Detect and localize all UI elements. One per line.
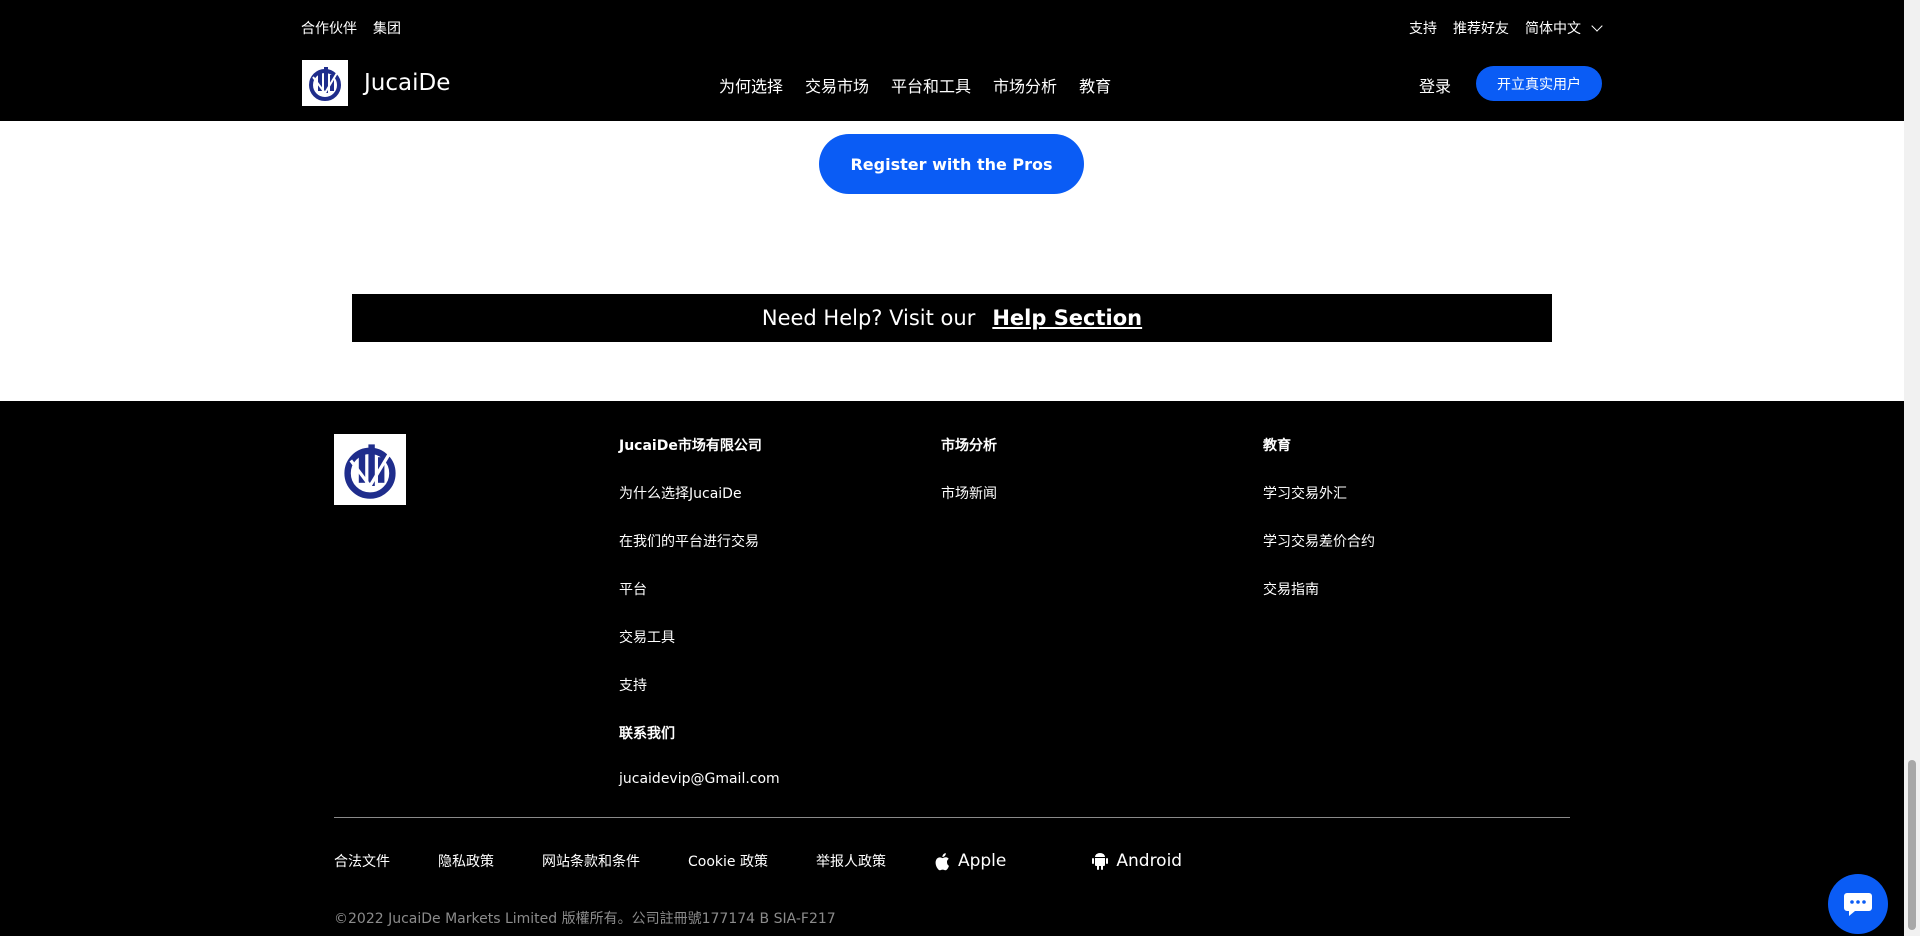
nav-education[interactable]: 教育 bbox=[1079, 73, 1111, 97]
footer-email-link[interactable]: jucaidevip@Gmail.com bbox=[619, 771, 780, 819]
site-footer: JucaiDe市场有限公司 为什么选择JucaiDe 在我们的平台进行交易 平台… bbox=[0, 401, 1904, 936]
brand-name: JucaiDe bbox=[364, 70, 451, 96]
android-app-link[interactable]: Android bbox=[1092, 851, 1230, 871]
footer-link-platform[interactable]: 平台 bbox=[619, 579, 780, 627]
apple-icon bbox=[935, 852, 949, 870]
logo-icon bbox=[302, 60, 348, 106]
partners-link[interactable]: 合作伙伴 bbox=[301, 18, 357, 38]
footer-divider bbox=[334, 817, 1570, 818]
group-link[interactable]: 集团 bbox=[373, 18, 401, 38]
help-banner: Need Help? Visit our Help Section bbox=[352, 294, 1552, 342]
nav-platforms-tools[interactable]: 平台和工具 bbox=[891, 73, 971, 97]
terms-link[interactable]: 网站条款和条件 bbox=[542, 851, 640, 871]
footer-contact-heading: 联系我们 bbox=[619, 726, 675, 742]
footer-link-guide[interactable]: 交易指南 bbox=[1263, 579, 1375, 627]
register-button[interactable]: Register with the Pros bbox=[819, 134, 1084, 194]
nav-why-choose[interactable]: 为何选择 bbox=[719, 73, 783, 97]
chevron-down-icon bbox=[1591, 20, 1603, 32]
footer-link-cfd[interactable]: 学习交易差价合约 bbox=[1263, 531, 1375, 579]
footer-education-heading: 教育 bbox=[1263, 438, 1291, 454]
site-header: 合作伙伴 集团 支持 推荐好友 简体中文 JucaiDe 为何选择 交易市场 平… bbox=[0, 0, 1904, 121]
chat-icon bbox=[1844, 893, 1872, 916]
footer-link-trade[interactable]: 在我们的平台进行交易 bbox=[619, 531, 780, 579]
footer-col-company: JucaiDe市场有限公司 为什么选择JucaiDe 在我们的平台进行交易 平台… bbox=[619, 435, 780, 819]
chat-button[interactable] bbox=[1828, 874, 1888, 934]
footer-col-education: 教育 学习交易外汇 学习交易差价合约 交易指南 bbox=[1263, 435, 1375, 627]
legal-links: 合法文件 隐私政策 网站条款和条件 Cookie 政策 举报人政策 Apple … bbox=[334, 851, 1268, 871]
nav-markets[interactable]: 交易市场 bbox=[805, 73, 869, 97]
apple-label: Apple bbox=[957, 851, 1007, 871]
page-scrollbar[interactable] bbox=[1904, 0, 1920, 936]
android-label: Android bbox=[1116, 851, 1183, 871]
help-prefix: Need Help? Visit our bbox=[761, 306, 976, 330]
footer-col-analysis: 市场分析 市场新闻 bbox=[941, 435, 997, 531]
cookie-link[interactable]: Cookie 政策 bbox=[688, 851, 768, 871]
footer-link-forex[interactable]: 学习交易外汇 bbox=[1263, 483, 1375, 531]
language-label: 简体中文 bbox=[1525, 21, 1581, 37]
top-left-links: 合作伙伴 集团 bbox=[301, 18, 401, 38]
brand[interactable]: JucaiDe bbox=[302, 60, 450, 106]
refer-friend-link[interactable]: 推荐好友 bbox=[1453, 18, 1509, 38]
footer-link-news[interactable]: 市场新闻 bbox=[941, 483, 997, 531]
footer-analysis-heading: 市场分析 bbox=[941, 438, 997, 454]
help-section-link[interactable]: Help Section bbox=[992, 306, 1142, 330]
open-account-button[interactable]: 开立真实用户 bbox=[1476, 66, 1602, 101]
whistleblower-link[interactable]: 举报人政策 bbox=[816, 851, 886, 871]
copyright-text: ©2022 JucaiDe Markets Limited 版權所有。公司註冊號… bbox=[334, 911, 836, 927]
apple-app-link[interactable]: Apple bbox=[934, 851, 1054, 871]
legal-docs-link[interactable]: 合法文件 bbox=[334, 851, 390, 871]
footer-link-support[interactable]: 支持 bbox=[619, 675, 780, 723]
nav-market-analysis[interactable]: 市场分析 bbox=[993, 73, 1057, 97]
support-link[interactable]: 支持 bbox=[1409, 18, 1437, 38]
footer-link-why[interactable]: 为什么选择JucaiDe bbox=[619, 483, 780, 531]
top-right-links: 支持 推荐好友 简体中文 bbox=[1409, 18, 1603, 38]
footer-company-heading: JucaiDe市场有限公司 bbox=[619, 438, 762, 454]
footer-link-tools[interactable]: 交易工具 bbox=[619, 627, 780, 675]
main-nav: 为何选择 交易市场 平台和工具 市场分析 教育 bbox=[719, 73, 1133, 97]
privacy-link[interactable]: 隐私政策 bbox=[438, 851, 494, 871]
login-link[interactable]: 登录 bbox=[1419, 73, 1451, 97]
footer-logo-icon[interactable] bbox=[334, 434, 406, 505]
scrollbar-thumb[interactable] bbox=[1908, 760, 1916, 930]
android-icon bbox=[1092, 853, 1109, 870]
language-selector[interactable]: 简体中文 bbox=[1525, 18, 1603, 38]
